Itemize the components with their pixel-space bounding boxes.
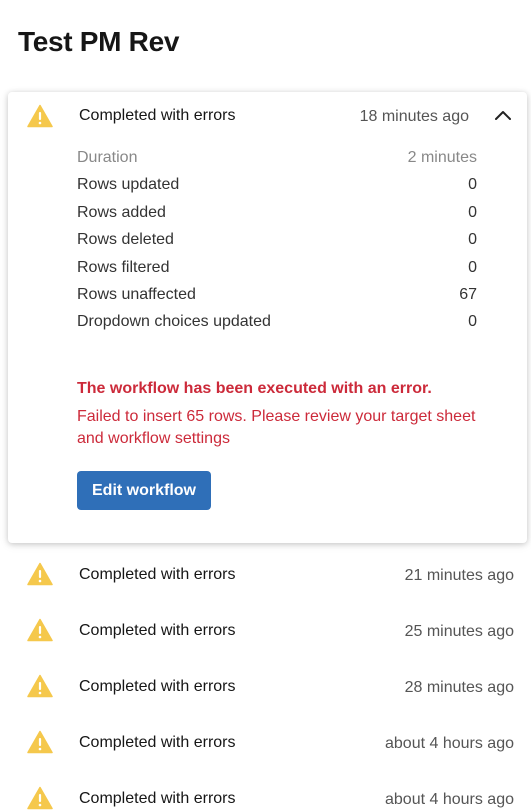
- detail-label: Dropdown choices updated: [77, 313, 271, 331]
- detail-duration: Duration 2 minutes: [77, 149, 477, 176]
- run-time: about 4 hours ago: [385, 735, 514, 752]
- run-status: Completed with errors: [79, 107, 236, 124]
- run-time: 28 minutes ago: [404, 679, 514, 696]
- run-row[interactable]: Completed with errors 21 minutes ago: [0, 547, 531, 603]
- detail-value: 0: [468, 203, 477, 221]
- detail-value: 0: [468, 231, 477, 249]
- detail-label: Rows updated: [77, 176, 180, 194]
- run-row[interactable]: Completed with errors 28 minutes ago: [0, 659, 531, 715]
- error-title: The workflow has been executed with an e…: [77, 380, 432, 397]
- detail-dropdown-choices: Dropdown choices updated 0: [77, 313, 477, 340]
- run-card-expanded: Completed with errors 18 minutes ago Dur…: [8, 92, 527, 543]
- warning-icon: [27, 730, 53, 754]
- detail-value: 0: [468, 176, 477, 194]
- run-time: 25 minutes ago: [404, 623, 514, 640]
- detail-label: Rows deleted: [77, 231, 174, 249]
- run-status: Completed with errors: [79, 678, 236, 695]
- detail-label: Duration: [77, 149, 138, 166]
- run-row[interactable]: Completed with errors 25 minutes ago: [0, 603, 531, 659]
- warning-icon: [27, 104, 53, 128]
- detail-rows-filtered: Rows filtered 0: [77, 259, 477, 286]
- detail-value: 0: [468, 258, 477, 276]
- warning-icon: [27, 618, 53, 642]
- edit-workflow-button[interactable]: Edit workflow: [77, 471, 211, 510]
- run-time: about 4 hours ago: [385, 791, 514, 808]
- detail-rows-updated: Rows updated 0: [77, 176, 477, 203]
- run-details: Duration 2 minutes Rows updated 0 Rows a…: [77, 149, 477, 341]
- run-status: Completed with errors: [79, 790, 236, 807]
- detail-rows-deleted: Rows deleted 0: [77, 231, 477, 258]
- detail-value: 0: [468, 313, 477, 331]
- run-status: Completed with errors: [79, 622, 236, 639]
- detail-value: 67: [459, 285, 477, 303]
- run-status: Completed with errors: [79, 734, 236, 751]
- detail-rows-added: Rows added 0: [77, 204, 477, 231]
- warning-icon: [27, 562, 53, 586]
- detail-label: Rows filtered: [77, 258, 170, 276]
- detail-value: 2 minutes: [407, 149, 477, 166]
- run-row[interactable]: Completed with errors about 4 hours ago: [0, 715, 531, 771]
- detail-label: Rows unaffected: [77, 285, 196, 303]
- page-title: Test PM Rev: [18, 26, 180, 57]
- run-time: 21 minutes ago: [404, 567, 514, 584]
- detail-label: Rows added: [77, 203, 166, 221]
- run-row[interactable]: Completed with errors about 4 hours ago: [0, 771, 531, 811]
- warning-icon: [27, 674, 53, 698]
- chevron-up-icon[interactable]: [492, 104, 514, 126]
- warning-icon: [27, 786, 53, 810]
- error-message: Failed to insert 65 rows. Please review …: [77, 408, 476, 447]
- run-time: 18 minutes ago: [359, 108, 469, 125]
- detail-rows-unaffected: Rows unaffected 67: [77, 286, 477, 313]
- run-status: Completed with errors: [79, 566, 236, 583]
